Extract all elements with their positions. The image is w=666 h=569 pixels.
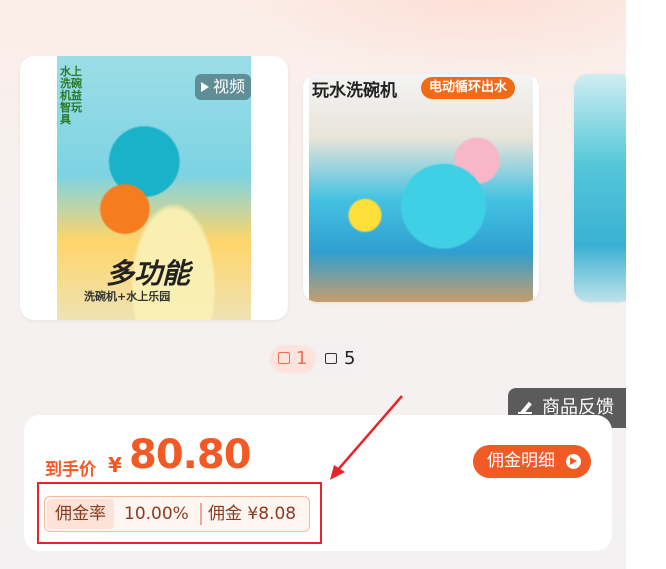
annotation-arrow-head — [330, 465, 345, 480]
annotation-arrow — [330, 395, 403, 480]
product-page: 水上洗碗机益智玩具 视频 多功能 洗碗机+水上乐园 玩水洗碗机 电动循环出水 1… — [0, 0, 626, 569]
annotation-arrow-line — [335, 395, 403, 473]
page-margin — [626, 0, 666, 569]
